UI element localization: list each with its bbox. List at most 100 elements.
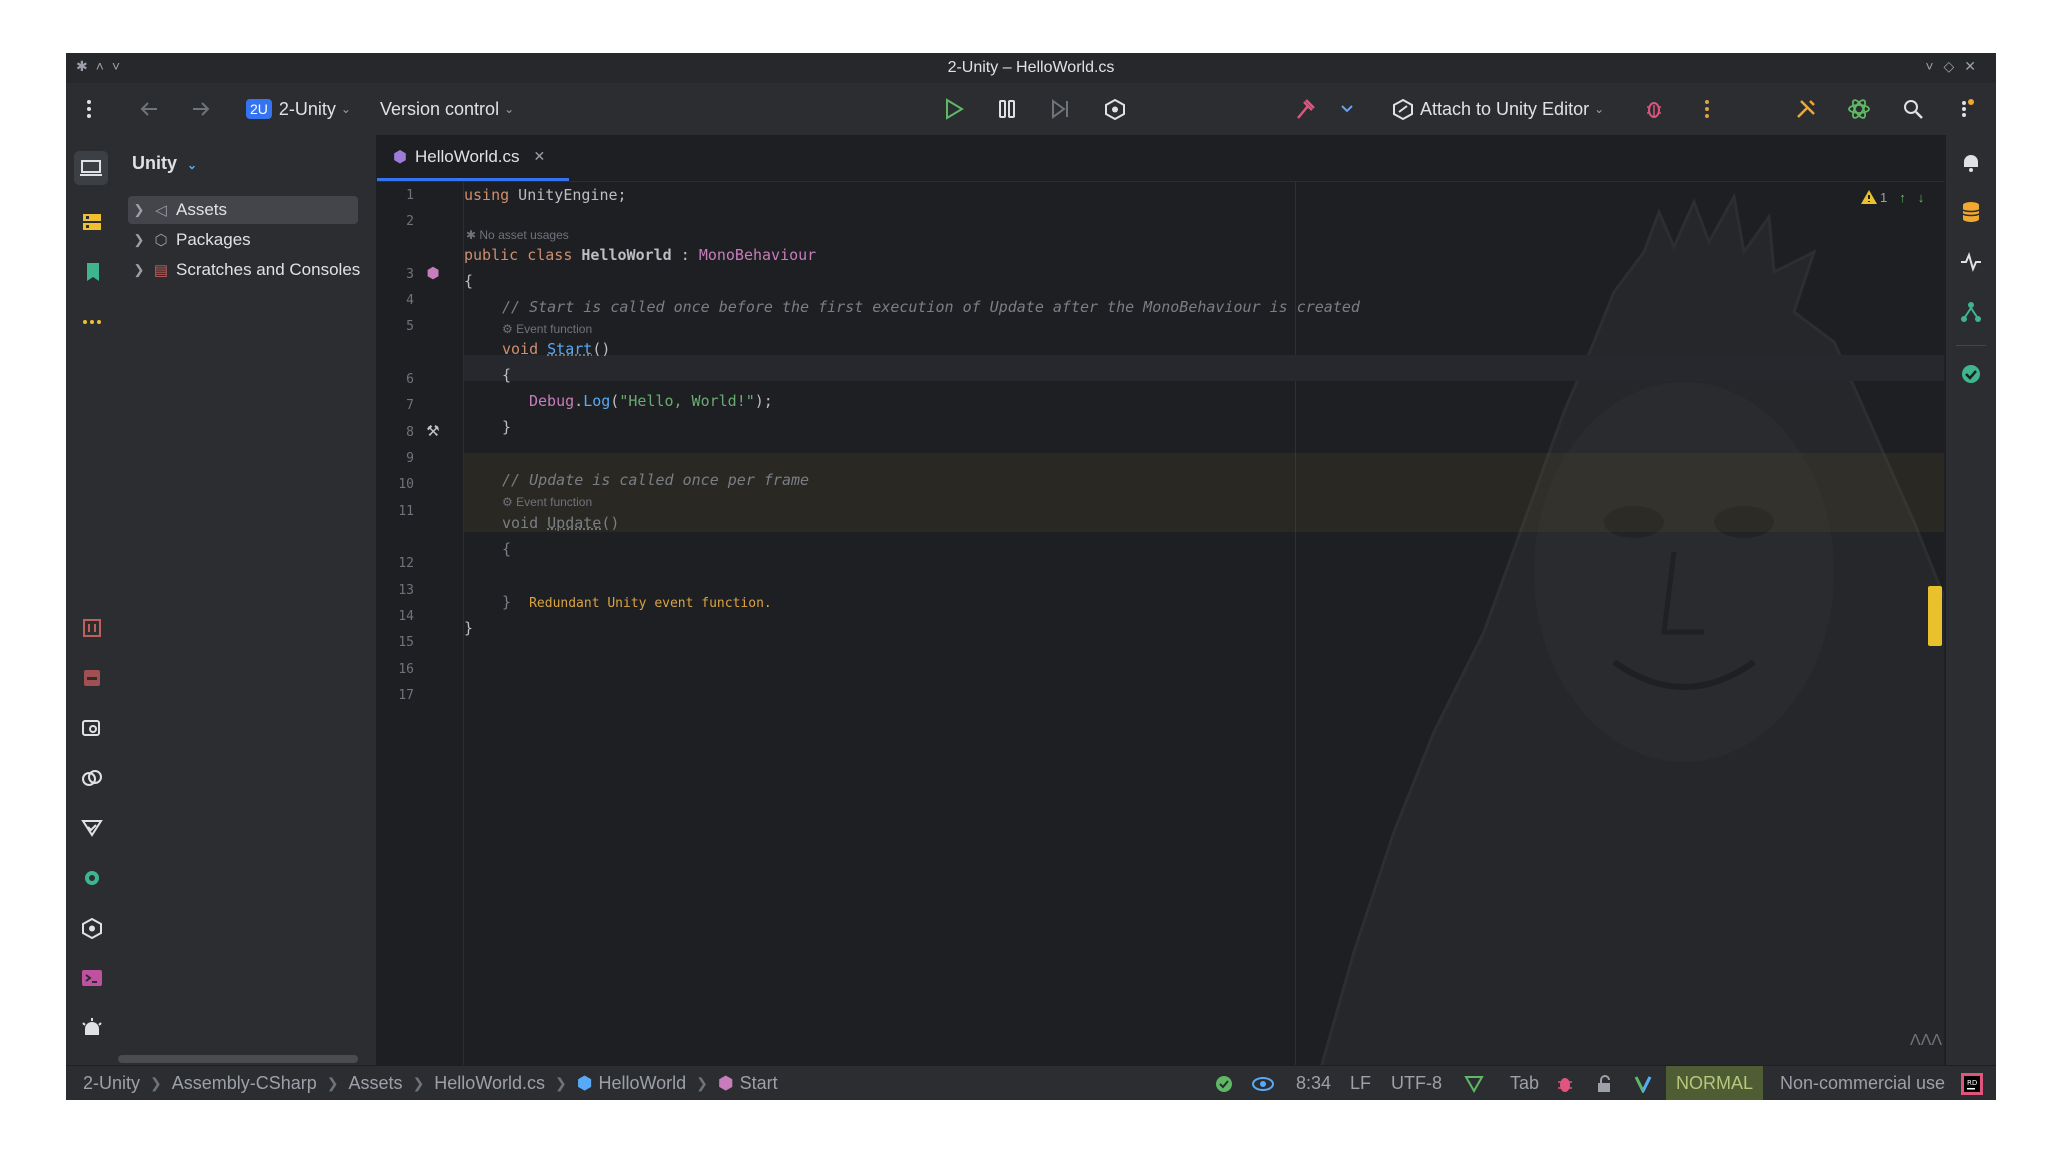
code-token: void bbox=[502, 340, 539, 358]
pause-icon[interactable] bbox=[994, 96, 1020, 122]
attach-to-unity-button[interactable]: Attach to Unity Editor ⌄ bbox=[1392, 83, 1604, 135]
status-ok-icon[interactable] bbox=[1214, 1066, 1234, 1100]
search-icon[interactable] bbox=[1900, 96, 1926, 122]
vim-mode-indicator[interactable]: NORMAL bbox=[1666, 1066, 1764, 1100]
unit-tests-icon[interactable] bbox=[79, 815, 105, 841]
tools-icon[interactable] bbox=[1793, 96, 1819, 122]
hammer-icon[interactable]: ⚒ bbox=[423, 422, 443, 440]
code-token: public class bbox=[464, 246, 573, 264]
unity-logo-icon[interactable] bbox=[1102, 96, 1128, 122]
breadcrumb-item[interactable]: Assembly-CSharp bbox=[172, 1073, 317, 1094]
tab-helloworld[interactable]: ⬢ HelloWorld.cs ✕ bbox=[377, 135, 569, 181]
line-number: 16 bbox=[398, 662, 414, 677]
code-token: ); bbox=[754, 392, 773, 410]
structure-icon[interactable] bbox=[79, 209, 105, 235]
project-view-icon[interactable] bbox=[74, 151, 108, 185]
title-bar: ✱˄˅ 2-Unity – HelloWorld.cs ˅◇✕ bbox=[66, 53, 1996, 83]
debugger-bug-icon[interactable] bbox=[1556, 1066, 1574, 1100]
code-with-me-icon[interactable] bbox=[1958, 361, 1984, 387]
more-tools-icon[interactable] bbox=[79, 309, 105, 335]
settings-menu-icon[interactable] bbox=[1954, 96, 1980, 122]
event-function-hint[interactable]: ⚙ Event function bbox=[502, 494, 592, 510]
line-number: 5 bbox=[406, 319, 414, 334]
unity-explorer-icon[interactable] bbox=[79, 615, 105, 641]
svg-text:RD: RD bbox=[1967, 1079, 1977, 1087]
code-line: } bbox=[502, 418, 512, 436]
breadcrumb-item[interactable]: HelloWorld.cs bbox=[434, 1073, 545, 1094]
unity-tool-icon[interactable] bbox=[79, 915, 105, 941]
unity-assets-icon: ◁ bbox=[155, 202, 167, 219]
line-number: 11 bbox=[398, 504, 414, 519]
database-icon[interactable] bbox=[1958, 199, 1984, 225]
caret-position[interactable]: 8:34 bbox=[1296, 1066, 1331, 1100]
services-icon[interactable] bbox=[79, 715, 105, 741]
close-icon[interactable]: ✕ bbox=[534, 148, 546, 165]
arrow-down-icon[interactable]: ↓ bbox=[1918, 190, 1925, 205]
settings-gear-icon[interactable] bbox=[79, 865, 105, 891]
project-panel-header[interactable]: Unity ⌄ bbox=[132, 153, 197, 174]
chevron-down-icon[interactable] bbox=[1334, 96, 1360, 122]
code-token: Update bbox=[547, 514, 602, 532]
bookmarks-icon[interactable] bbox=[79, 259, 105, 285]
code-token: () bbox=[601, 514, 620, 532]
chevron-down-icon: ⌄ bbox=[340, 102, 351, 116]
forward-arrow-icon[interactable] bbox=[188, 96, 214, 122]
breadcrumb-item[interactable]: Assets bbox=[349, 1073, 403, 1094]
line-ending[interactable]: LF bbox=[1350, 1066, 1371, 1100]
terminal-icon[interactable] bbox=[79, 965, 105, 991]
line-number: 7 bbox=[406, 398, 414, 413]
package-icon: ⬡ bbox=[154, 232, 168, 249]
arrow-up-icon[interactable]: ↑ bbox=[1899, 190, 1906, 205]
tree-item-scratches[interactable]: ❯ ▤ Scratches and Consoles bbox=[128, 256, 378, 284]
main-menu-icon[interactable] bbox=[76, 96, 102, 122]
notifications-bell-icon[interactable] bbox=[1958, 149, 1984, 175]
more-actions-icon[interactable] bbox=[1694, 96, 1720, 122]
editorconfig-icon[interactable] bbox=[1464, 1066, 1484, 1100]
breadcrumb: 2-Unity ❯ Assembly-CSharp ❯ Assets ❯ Hel… bbox=[83, 1066, 778, 1100]
step-icon[interactable] bbox=[1048, 96, 1074, 122]
right-tool-strip bbox=[1945, 135, 1996, 1065]
code-token: Start bbox=[547, 340, 593, 358]
hammer-build-icon[interactable] bbox=[1292, 96, 1318, 122]
chevron-down-icon: ⌄ bbox=[1594, 102, 1605, 116]
indent-setting[interactable]: Tab bbox=[1510, 1066, 1539, 1100]
code-token: "Hello, World!" bbox=[619, 392, 755, 410]
lock-icon[interactable] bbox=[1596, 1066, 1612, 1100]
chevron-right-icon: ❯ bbox=[133, 262, 145, 277]
event-function-hint[interactable]: ⚙ Event function bbox=[502, 321, 592, 337]
back-arrow-icon[interactable] bbox=[136, 96, 162, 122]
tree-item-packages[interactable]: ❯ ⬡ Packages bbox=[128, 226, 358, 254]
project-panel-scrollbar[interactable] bbox=[118, 1055, 358, 1063]
file-encoding[interactable]: UTF-8 bbox=[1391, 1066, 1442, 1100]
code-line: { bbox=[464, 272, 474, 290]
unity-log-icon[interactable] bbox=[79, 665, 105, 691]
performance-pulse-icon[interactable] bbox=[1958, 249, 1984, 275]
tree-item-assets[interactable]: ❯ ◁ Assets bbox=[128, 196, 358, 224]
code-comment: // Start is called once before the first… bbox=[502, 298, 1360, 316]
line-number: 10 bbox=[398, 477, 414, 492]
eye-icon[interactable] bbox=[1252, 1066, 1274, 1100]
debug-bug-icon[interactable] bbox=[1641, 96, 1667, 122]
implements-icon[interactable]: ⬢ bbox=[423, 264, 443, 282]
vim-icon[interactable] bbox=[1634, 1066, 1652, 1100]
problems-icon[interactable] bbox=[79, 1015, 105, 1041]
window-controls[interactable]: ˅◇✕ bbox=[1925, 58, 1986, 75]
inspection-widget[interactable]: 1 ↑ ↓ bbox=[1860, 187, 1924, 207]
profiler-icon[interactable] bbox=[79, 765, 105, 791]
usages-hint[interactable]: ✱ No asset usages bbox=[466, 227, 569, 243]
editor-gutter: 1 2 3 ⬢ 4 5 6 7 8 ⚒ 9 10 11 12 13 14 15 … bbox=[377, 182, 464, 1065]
scrollbar-warning-marker[interactable] bbox=[1928, 586, 1942, 646]
breadcrumb-item[interactable]: 2-Unity bbox=[83, 1073, 140, 1094]
version-control-menu[interactable]: Version control ⌄ bbox=[380, 83, 514, 135]
breadcrumb-item[interactable]: HelloWorld bbox=[598, 1073, 686, 1094]
line-number: 12 bbox=[398, 556, 414, 571]
breadcrumb-item[interactable]: Start bbox=[740, 1073, 778, 1094]
project-selector[interactable]: 2U 2-Unity ⌄ bbox=[246, 83, 351, 135]
license-status[interactable]: Non-commercial use bbox=[1780, 1066, 1945, 1100]
hierarchy-icon[interactable] bbox=[1958, 299, 1984, 325]
reader-mode-icon[interactable]: ɅɅɅ bbox=[1910, 1032, 1942, 1050]
code-editor[interactable]: using UnityEngine; ✱ No asset usages pub… bbox=[464, 182, 1944, 1065]
ai-assistant-icon[interactable] bbox=[1846, 96, 1872, 122]
code-token: Debug bbox=[529, 392, 575, 410]
run-icon[interactable] bbox=[941, 96, 967, 122]
